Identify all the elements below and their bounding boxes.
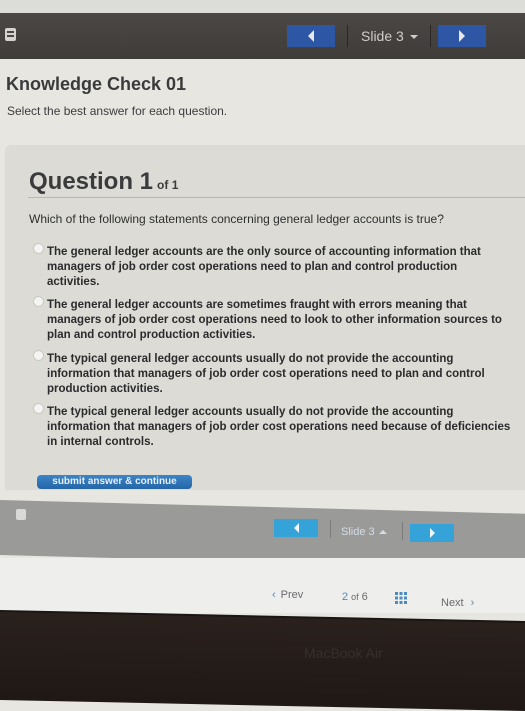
radio-button[interactable] [33,350,44,361]
triangle-right-icon [459,30,465,42]
answer-option-label[interactable]: The typical general ledger accounts usua… [47,405,512,450]
prev-label: Prev [280,589,304,601]
question-title: Question 1 of 1 [29,168,178,196]
question-count: of 1 [157,178,179,192]
next-page-link[interactable]: Next › [441,597,474,609]
slide-selector[interactable]: Slide 3 [341,526,387,538]
total-pages: 6 [361,591,368,603]
of-label: of [351,592,359,602]
divider [28,197,525,198]
prev-page-link[interactable]: ‹ Prev [272,589,303,601]
prev-slide-button[interactable] [287,25,335,47]
current-page: 2 [342,591,349,603]
browser-strip [0,0,525,13]
next-slide-button[interactable] [410,524,454,542]
chevron-left-icon: ‹ [272,589,276,601]
divider [330,520,331,538]
submit-answer-button[interactable]: submit answer & continue [37,475,192,489]
page-indicator: 2 of 6 [342,591,368,603]
caret-up-icon [378,530,387,535]
radio-button[interactable] [33,403,44,414]
triangle-left-icon [293,523,299,533]
caret-down-icon [409,35,418,40]
next-label: Next [441,597,464,609]
question-number: Question 1 [29,168,154,195]
divider [430,25,431,47]
chevron-right-icon: › [470,597,475,609]
device-label: MacBook Air [304,645,383,661]
laptop-bezel [0,612,525,711]
slide-selector[interactable]: Slide 3 [361,28,418,44]
slide-label: Slide 3 [341,526,375,538]
answer-option-label[interactable]: The general ledger accounts are sometime… [47,298,512,343]
triangle-right-icon [429,528,435,538]
triangle-left-icon [308,30,314,42]
radio-button[interactable] [33,243,44,254]
answer-option-label[interactable]: The typical general ledger accounts usua… [47,352,512,397]
book-icon[interactable] [5,28,16,41]
slide-label: Slide 3 [361,28,404,44]
radio-button[interactable] [33,296,44,307]
page-title: Knowledge Check 01 [6,74,187,94]
grid-icon[interactable] [395,592,407,604]
book-icon[interactable] [16,509,26,520]
divider [402,522,403,540]
next-slide-button[interactable] [438,25,486,47]
prev-slide-button[interactable] [274,519,318,537]
question-prompt: Which of the following statements concer… [29,212,444,226]
top-toolbar: Slide 3 [0,13,525,59]
answer-option-label[interactable]: The general ledger accounts are the only… [47,245,512,290]
divider [347,25,348,47]
page-subtitle: Select the best answer for each question… [7,104,228,118]
